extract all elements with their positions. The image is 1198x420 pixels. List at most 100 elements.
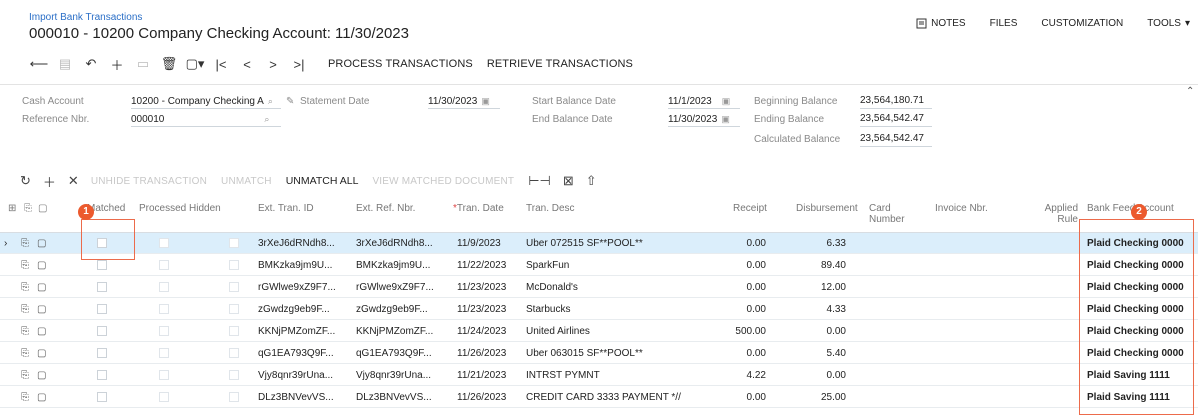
ext-tran-id-cell[interactable]: qG1EA793Q9F... <box>258 348 334 359</box>
attachment-icon[interactable]: ⎘ <box>21 282 29 293</box>
notes-button[interactable]: NOTES <box>916 18 966 29</box>
tran-date-cell[interactable]: 11/26/2023 <box>457 392 506 403</box>
ext-ref-nbr-cell[interactable]: qG1EA793Q9F... <box>356 348 432 359</box>
add-row-icon[interactable]: ＋ <box>43 172 56 191</box>
note-icon[interactable]: ▢ <box>37 392 46 403</box>
note-icon[interactable]: ▢ <box>37 370 46 381</box>
ext-tran-id-cell[interactable]: Vjy8qnr39rUna... <box>258 370 333 381</box>
previous-record-icon[interactable]: < <box>236 57 258 72</box>
fit-columns-icon[interactable]: ⊢⊣ <box>528 173 551 189</box>
disbursement-cell[interactable]: 12.00 <box>800 282 846 293</box>
attachment-icon[interactable]: ⎘ <box>21 392 29 403</box>
last-record-icon[interactable]: >| <box>288 57 310 72</box>
tran-desc-cell[interactable]: Starbucks <box>526 304 570 315</box>
processed-checkbox[interactable] <box>159 238 169 248</box>
receipt-cell[interactable]: 0.00 <box>722 282 766 293</box>
col-ext-ref-nbr[interactable]: Ext. Ref. Nbr. <box>356 203 415 214</box>
note-icon[interactable]: ▢ <box>37 238 46 249</box>
first-record-icon[interactable]: |< <box>210 57 232 72</box>
table-row[interactable]: ⎘ ▢ qG1EA793Q9F... qG1EA793Q9F... 11/26/2023… <box>0 343 1198 364</box>
tran-desc-cell[interactable]: SparkFun <box>526 260 569 271</box>
tran-date-cell[interactable]: 11/24/2023 <box>457 326 506 337</box>
hidden-checkbox[interactable] <box>229 370 239 380</box>
disbursement-cell[interactable]: 0.00 <box>800 326 846 337</box>
note-icon[interactable]: ▢ <box>37 326 46 337</box>
receipt-cell[interactable]: 0.00 <box>722 260 766 271</box>
ext-ref-nbr-cell[interactable]: DLz3BNVevVS... <box>356 392 432 403</box>
table-row[interactable]: ⎘ ▢ DLz3BNVevVS... DLz3BNVevVS... 11/26/2023… <box>0 387 1198 408</box>
matched-checkbox[interactable] <box>97 326 107 336</box>
receipt-cell[interactable]: 0.00 <box>722 304 766 315</box>
search-icon[interactable]: ⌕ <box>268 96 273 106</box>
table-row[interactable]: › ⎘ ▢ 3rXeJ6dRNdh8... 3rXeJ6dRNdh8... 11/9/20… <box>0 233 1198 254</box>
processed-checkbox[interactable] <box>159 392 169 402</box>
ext-tran-id-cell[interactable]: KKNjPMZomZF... <box>258 326 335 337</box>
unhide-transaction-button[interactable]: UNHIDE TRANSACTION <box>91 176 207 187</box>
ext-tran-id-cell[interactable]: BMKzka9jm9U... <box>258 260 332 271</box>
receipt-cell[interactable]: 500.00 <box>722 326 766 337</box>
table-row[interactable]: ⎘ ▢ zGwdzg9eb9F... zGwdzg9eb9F... 11/23/2023… <box>0 299 1198 320</box>
table-row[interactable]: ⎘ ▢ rGWlwe9xZ9F7... rGWlwe9xZ9F7... 11/23/20… <box>0 277 1198 298</box>
hidden-checkbox[interactable] <box>229 392 239 402</box>
note-icon[interactable]: ▢ <box>37 348 46 359</box>
tran-date-cell[interactable]: 11/23/2023 <box>457 282 506 293</box>
col-card-number[interactable]: Card Number <box>869 203 905 225</box>
col-tran-desc[interactable]: Tran. Desc <box>526 203 575 214</box>
clipboard-icon[interactable]: ▢▾ <box>184 56 206 72</box>
matched-checkbox[interactable] <box>97 260 107 270</box>
tran-desc-cell[interactable]: Uber 063015 SF**POOL** <box>526 348 643 359</box>
tran-date-cell[interactable]: 11/23/2023 <box>457 304 506 315</box>
matched-checkbox[interactable] <box>97 282 107 292</box>
disbursement-cell[interactable]: 0.00 <box>800 370 846 381</box>
processed-checkbox[interactable] <box>159 304 169 314</box>
refresh-icon[interactable]: ↻ <box>20 173 31 189</box>
unmatch-all-button[interactable]: UNMATCH ALL <box>286 175 359 187</box>
ext-tran-id-cell[interactable]: rGWlwe9xZ9F7... <box>258 282 336 293</box>
ext-ref-nbr-cell[interactable]: Vjy8qnr39rUna... <box>356 370 431 381</box>
tran-desc-cell[interactable]: CREDIT CARD 3333 PAYMENT *// <box>526 392 681 403</box>
statement-date-field[interactable]: 11/30/2023 ▣ <box>428 94 500 109</box>
attachment-icon[interactable]: ⎘ <box>21 304 29 315</box>
hidden-checkbox[interactable] <box>229 326 239 336</box>
matched-checkbox[interactable] <box>97 304 107 314</box>
disbursement-cell[interactable]: 4.33 <box>800 304 846 315</box>
disbursement-cell[interactable]: 25.00 <box>800 392 846 403</box>
hidden-checkbox[interactable] <box>229 348 239 358</box>
tran-desc-cell[interactable]: INTRST PYMNT <box>526 370 600 381</box>
processed-checkbox[interactable] <box>159 282 169 292</box>
receipt-cell[interactable]: 0.00 <box>722 238 766 249</box>
collapse-icon[interactable]: ⌃ <box>1186 86 1194 97</box>
disbursement-cell[interactable]: 5.40 <box>800 348 846 359</box>
col-hidden[interactable]: Hidden <box>189 203 221 214</box>
end-balance-date-field[interactable]: 11/30/2023 ▣ <box>668 112 740 127</box>
customization-button[interactable]: CUSTOMIZATION <box>1041 18 1123 29</box>
ext-ref-nbr-cell[interactable]: KKNjPMZomZF... <box>356 326 433 337</box>
receipt-cell[interactable]: 0.00 <box>722 392 766 403</box>
breadcrumb[interactable]: Import Bank Transactions <box>29 12 142 23</box>
col-receipt[interactable]: Receipt <box>733 203 767 214</box>
calendar-icon[interactable]: ▣ <box>722 96 731 106</box>
add-icon[interactable]: ＋ <box>106 55 128 74</box>
delete-row-icon[interactable]: ✕ <box>68 173 79 189</box>
ext-tran-id-cell[interactable]: DLz3BNVevVS... <box>258 392 334 403</box>
processed-checkbox[interactable] <box>159 370 169 380</box>
ext-ref-nbr-cell[interactable]: zGwdzg9eb9F... <box>356 304 428 315</box>
matched-checkbox[interactable] <box>97 392 107 402</box>
cash-account-field[interactable]: 10200 - Company Checking A ⌕ <box>131 94 281 109</box>
ext-tran-id-cell[interactable]: 3rXeJ6dRNdh8... <box>258 238 335 249</box>
table-row[interactable]: ⎘ ▢ KKNjPMZomZF... KKNjPMZomZF... 11/24/2023… <box>0 321 1198 342</box>
export-excel-icon[interactable]: ⊠ <box>563 173 574 189</box>
col-invoice-nbr[interactable]: Invoice Nbr. <box>935 203 988 214</box>
col-processed[interactable]: Processed <box>139 203 186 214</box>
search-icon[interactable]: ⌕ <box>264 114 269 124</box>
hidden-checkbox[interactable] <box>229 304 239 314</box>
processed-checkbox[interactable] <box>159 348 169 358</box>
reference-nbr-field[interactable]: 000010 ⌕ <box>131 112 281 127</box>
hidden-checkbox[interactable] <box>229 260 239 270</box>
tran-date-cell[interactable]: 11/9/2023 <box>457 238 501 249</box>
table-row[interactable]: ⎘ ▢ Vjy8qnr39rUna... Vjy8qnr39rUna... 11/21/… <box>0 365 1198 386</box>
tran-date-cell[interactable]: 11/22/2023 <box>457 260 506 271</box>
processed-checkbox[interactable] <box>159 326 169 336</box>
hidden-checkbox[interactable] <box>229 282 239 292</box>
disbursement-cell[interactable]: 6.33 <box>800 238 846 249</box>
